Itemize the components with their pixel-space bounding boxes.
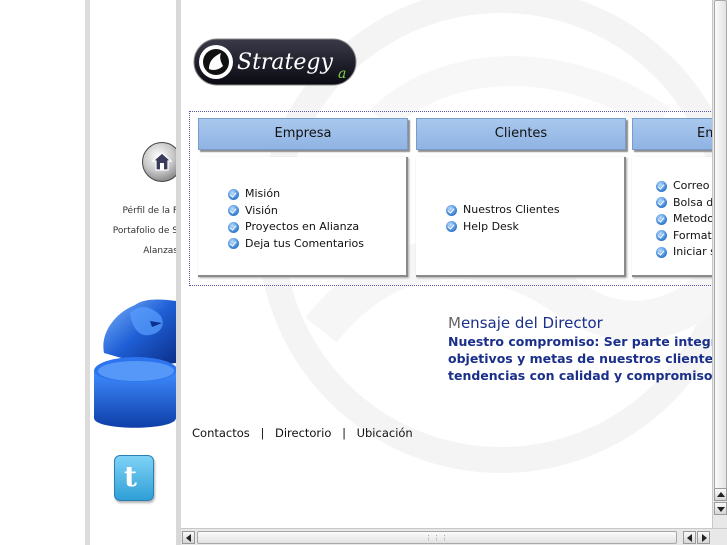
left-link-alianzas[interactable]: Alanzas	[143, 246, 176, 256]
strategya-logo[interactable]: Strategy a	[193, 38, 357, 86]
grip-icon: ⋮⋮⋮	[425, 533, 449, 542]
vertical-scroll-thumb[interactable]	[714, 0, 727, 492]
scroll-left-button-2[interactable]	[683, 531, 696, 544]
check-bullet-icon	[656, 230, 667, 242]
menu-body-empleados: Correo Bolsa d Metodo Formato Iniciar s	[632, 157, 712, 277]
check-bullet-icon	[656, 213, 667, 225]
footer-separator: |	[342, 426, 346, 440]
footer-link-directorio[interactable]: Directorio	[275, 426, 331, 440]
footer-links: Contactos | Directorio | Ubicación	[192, 426, 413, 440]
menu-header-empleados[interactable]: Em	[632, 118, 712, 150]
menu-column-clientes: Clientes Nuestros Clientes Help Desk	[416, 118, 626, 277]
menu-body-empresa: Misión Visión Proyectos en Alianza Deja …	[198, 157, 408, 277]
menu-item-nuestros-clientes[interactable]: Nuestros Clientes	[446, 202, 560, 219]
check-bullet-icon	[228, 188, 239, 200]
scroll-left-button[interactable]	[182, 531, 195, 544]
outer-margin	[0, 0, 85, 545]
menu-header-empresa[interactable]: Empresa	[198, 118, 408, 150]
footer-link-contactos[interactable]: Contactos	[192, 426, 250, 440]
menu-item-proyectos[interactable]: Proyectos en Alianza	[228, 219, 364, 236]
horizontal-scroll-thumb[interactable]: ⋮⋮⋮	[197, 531, 677, 544]
menu-panel: Empresa Misión Visión Proyectos en Alian…	[189, 111, 712, 286]
menu-item-metodo[interactable]: Metodo	[656, 211, 712, 228]
check-bullet-icon	[446, 221, 457, 233]
left-frame: Pérfil de la F Portafolio de S Alanzas t	[90, 0, 176, 545]
menu-column-empleados: Em Correo Bolsa d Metodo Formato Iniciar…	[632, 118, 712, 277]
left-link-portafolio[interactable]: Portafolio de S	[113, 226, 176, 236]
check-bullet-icon	[228, 221, 239, 233]
check-bullet-icon	[656, 197, 667, 209]
footer-separator: |	[260, 426, 265, 440]
vertical-scrollbar[interactable]	[712, 0, 727, 528]
director-message-line: objetivos y metas de nuestros clientes,	[448, 351, 712, 366]
logo-subscript: a	[338, 66, 346, 82]
menu-header-clientes[interactable]: Clientes	[416, 118, 626, 150]
horizontal-scrollbar[interactable]: ⋮⋮⋮	[181, 528, 727, 545]
check-bullet-icon	[228, 205, 239, 217]
director-message-line: tendencias con calidad y compromiso t	[448, 368, 712, 383]
menu-item-vision[interactable]: Visión	[228, 203, 364, 220]
menu-column-empresa: Empresa Misión Visión Proyectos en Alian…	[198, 118, 408, 277]
menu-item-correo[interactable]: Correo	[656, 178, 712, 195]
scroll-down-button[interactable]	[714, 502, 727, 515]
director-message-line: Nuestro compromiso: Ser parte integra	[448, 334, 712, 349]
menu-body-clientes: Nuestros Clientes Help Desk	[416, 157, 626, 277]
home-icon[interactable]	[142, 142, 176, 182]
menu-item-iniciar[interactable]: Iniciar s	[656, 244, 712, 261]
eagle-statue-image	[94, 299, 176, 428]
check-bullet-icon	[228, 238, 239, 250]
twitter-icon[interactable]: t	[114, 455, 154, 501]
menu-item-comentarios[interactable]: Deja tus Comentarios	[228, 236, 364, 253]
director-message-title: Mensaje del Director	[448, 314, 603, 332]
menu-item-help-desk[interactable]: Help Desk	[446, 219, 560, 236]
check-bullet-icon	[446, 204, 457, 216]
scroll-right-button[interactable]	[697, 531, 710, 544]
menu-item-bolsa[interactable]: Bolsa d	[656, 195, 712, 212]
left-link-perfil[interactable]: Pérfil de la F	[122, 206, 176, 216]
check-bullet-icon	[656, 246, 667, 258]
scroll-up-button[interactable]	[714, 488, 727, 501]
menu-item-formato[interactable]: Formato	[656, 228, 712, 245]
menu-item-mision[interactable]: Misión	[228, 186, 364, 203]
main-frame: Strategy a Empresa Misión Visión Proyect…	[181, 0, 712, 528]
footer-link-ubicacion[interactable]: Ubicación	[357, 426, 413, 440]
logo-wordmark: Strategy	[237, 50, 333, 75]
check-bullet-icon	[656, 180, 667, 192]
